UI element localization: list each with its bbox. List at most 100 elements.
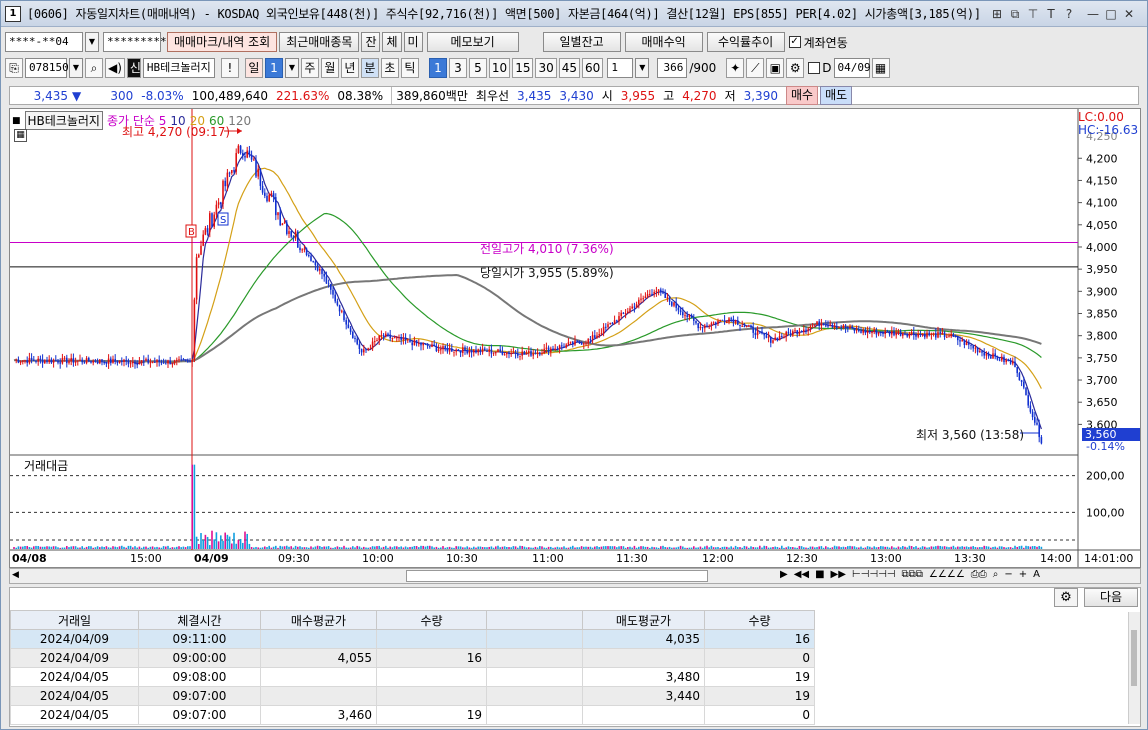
unexecuted-tab[interactable]: 미: [403, 32, 423, 52]
col-exec-time[interactable]: 체결시간: [138, 610, 261, 630]
zoom-icon[interactable]: ⌕: [993, 569, 999, 580]
stop-icon[interactable]: ■: [815, 569, 824, 580]
tab-period-second[interactable]: 초: [380, 58, 399, 78]
recent-trades-button[interactable]: 최근매매종목: [279, 32, 360, 52]
scroll-thumb[interactable]: [406, 570, 708, 582]
interval-30[interactable]: 30: [535, 58, 557, 78]
col-trade-date[interactable]: 거래일: [10, 610, 139, 630]
interval-15[interactable]: 15: [512, 58, 534, 78]
sell-button[interactable]: 매도: [820, 86, 853, 105]
candle-body: [257, 168, 259, 177]
volume-bar: [886, 546, 889, 549]
return-trend-button[interactable]: 수익률추이: [706, 32, 785, 52]
interval-3[interactable]: 3: [448, 58, 467, 78]
chevron-down-icon[interactable]: ▼: [69, 58, 83, 78]
daily-balance-button[interactable]: 일별잔고: [542, 32, 621, 52]
candle-body: [220, 202, 222, 205]
restore-icon[interactable]: ⧉: [1007, 6, 1023, 22]
tab-period-week[interactable]: 주: [300, 58, 319, 78]
chevron-down-icon[interactable]: ▼: [635, 58, 650, 78]
stock-name-field[interactable]: HB테크놀러지: [142, 58, 215, 78]
bar-count-input[interactable]: 366: [657, 58, 688, 78]
chart-stock-tag[interactable]: HB테크놀러지: [24, 111, 103, 130]
close-icon[interactable]: ✕: [1121, 6, 1137, 22]
chevron-down-icon[interactable]: ▼: [85, 32, 99, 52]
trade-profit-button[interactable]: 매매수익: [624, 32, 703, 52]
buy-button[interactable]: 매수: [785, 86, 819, 105]
scroll-right-icon[interactable]: ▶: [780, 569, 788, 580]
interval-45[interactable]: 45: [558, 58, 581, 78]
volume-bar: [312, 547, 314, 549]
interval-10[interactable]: 10: [488, 58, 511, 78]
account-input[interactable]: ****-**04: [5, 32, 83, 52]
candle-body: [444, 346, 446, 349]
capture-icon[interactable]: ⎙⎙: [971, 569, 987, 580]
font-icon[interactable]: T: [1043, 6, 1059, 22]
chart-area[interactable]: 4,200 4,150 4,100 4,050 4,000 3,950 3,900 3,850…: [9, 108, 1141, 568]
zoom-slider-icon[interactable]: ⊢⊣⊣⊣⊣: [852, 569, 896, 580]
draw-tools-icon[interactable]: ∠∠∠∠: [929, 569, 965, 580]
save-icon[interactable]: ▣: [766, 58, 785, 78]
zoom-in-icon[interactable]: +: [1019, 569, 1027, 580]
col-sell-qty[interactable]: 수량: [704, 610, 815, 630]
col-buy-avg[interactable]: 매수평균가: [260, 610, 377, 630]
memo-view-button[interactable]: 메모보기: [426, 32, 519, 52]
maximize-icon[interactable]: □: [1103, 6, 1119, 22]
play-forward-icon[interactable]: ▶▶: [831, 569, 846, 580]
next-button[interactable]: 다음: [1084, 588, 1138, 607]
chevron-down-icon[interactable]: ▼: [284, 58, 299, 78]
font-size-icon[interactable]: A: [1033, 569, 1040, 580]
table-row[interactable]: 2024/04/05 09:08:00 3,480 19: [10, 667, 815, 687]
scroll-left-icon[interactable]: ◀: [12, 570, 19, 580]
help-icon[interactable]: ?: [1061, 6, 1077, 22]
interval-input[interactable]: 1: [607, 58, 634, 78]
trade-mark-query-button[interactable]: 매매마크/내역 조회: [167, 32, 278, 52]
interval-60[interactable]: 60: [582, 58, 604, 78]
chart-scrollbar[interactable]: ◀ ▶ ◀◀ ■ ▶▶ ⊢⊣⊣⊣⊣ ⧉⧉⧉ ∠∠∠∠ ⎙⎙ ⌕ − + A: [9, 568, 1141, 584]
period-value[interactable]: 1: [264, 58, 283, 78]
d-checkbox[interactable]: [808, 62, 821, 74]
stock-search-icon[interactable]: ⎘: [5, 58, 23, 78]
table-scroll-thumb[interactable]: [1131, 630, 1137, 686]
checkbox-check-icon[interactable]: ✓: [788, 36, 801, 48]
table-row[interactable]: 2024/04/09 09:00:00 4,055 16 0: [10, 648, 815, 668]
topmost-icon[interactable]: ⊤: [1025, 6, 1041, 22]
table-row[interactable]: 2024/04/09 09:11:00 4,035 16: [10, 629, 815, 649]
col-buy-qty[interactable]: 수량: [376, 610, 487, 630]
tab-period-year[interactable]: 년: [340, 58, 359, 78]
volume-bar: [129, 545, 132, 549]
layout-icon[interactable]: ⧉⧉⧉: [902, 569, 923, 580]
gear-icon[interactable]: ⚙: [1054, 588, 1078, 607]
interval-1[interactable]: 1: [428, 58, 447, 78]
date-input[interactable]: 04/09: [833, 58, 871, 78]
speaker-icon[interactable]: ◀): [105, 58, 125, 78]
tab-period-day[interactable]: 일: [244, 58, 263, 78]
executed-tab[interactable]: 체: [382, 32, 402, 52]
alert-icon[interactable]: !: [220, 58, 239, 78]
tab-period-tick[interactable]: 틱: [400, 58, 419, 78]
account-link-checkbox[interactable]: ✓ 계좌연동: [788, 34, 848, 51]
zoom-out-icon[interactable]: −: [1004, 569, 1012, 580]
draw-tool-icon[interactable]: ⟋: [746, 58, 765, 78]
calendar-icon[interactable]: ▦: [871, 58, 890, 78]
minimize-icon[interactable]: —: [1085, 6, 1101, 22]
volume-bar: [389, 546, 391, 549]
gear-icon[interactable]: ⚙: [786, 58, 805, 78]
price-chart[interactable]: 4,200 4,150 4,100 4,050 4,000 3,950 3,900 3,850…: [10, 109, 1140, 567]
indicator-icon[interactable]: ✦: [726, 58, 745, 78]
search-icon[interactable]: ⌕: [85, 58, 103, 78]
balance-tab[interactable]: 잔: [361, 32, 381, 52]
pin-icon[interactable]: ⊞: [989, 6, 1005, 22]
table-row[interactable]: 2024/04/05 09:07:00 3,460 19 0: [10, 705, 815, 725]
tab-period-minute[interactable]: 분: [360, 58, 379, 78]
cell-exec-time: 09:07:00: [138, 686, 261, 706]
interval-5[interactable]: 5: [468, 58, 487, 78]
grid-toggle-icon[interactable]: ▦: [14, 129, 27, 142]
tab-period-month[interactable]: 월: [320, 58, 339, 78]
password-input[interactable]: *********: [103, 32, 167, 52]
table-row[interactable]: 2024/04/05 09:07:00 3,440 19: [10, 686, 815, 706]
col-sell-avg[interactable]: 매도평균가: [582, 610, 705, 630]
play-back-icon[interactable]: ◀◀: [794, 569, 809, 580]
stock-code-input[interactable]: 078150: [25, 58, 69, 78]
table-scrollbar[interactable]: [1128, 612, 1140, 724]
